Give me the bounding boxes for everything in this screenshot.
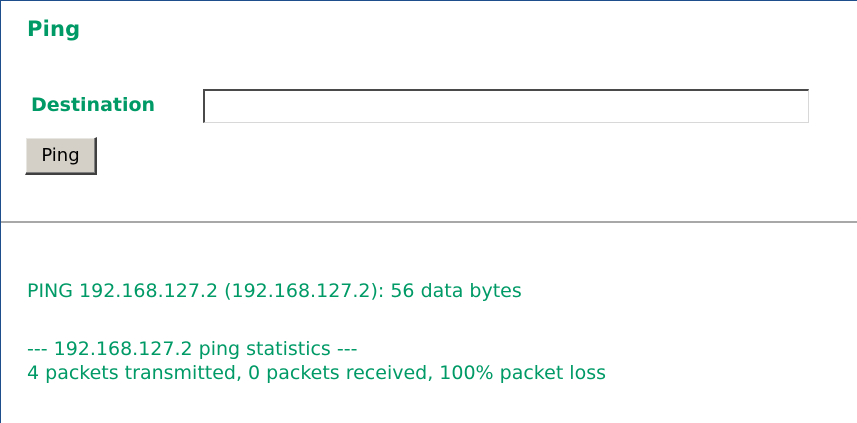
destination-label: Destination	[31, 94, 156, 116]
ping-output-header: PING 192.168.127.2 (192.168.127.2): 56 d…	[27, 280, 522, 302]
divider	[1, 221, 857, 223]
ping-button[interactable]: Ping	[25, 137, 97, 175]
ping-statistics-summary: 4 packets transmitted, 0 packets receive…	[27, 362, 607, 384]
content-frame: Ping Destination Ping PING 192.168.127.2…	[0, 0, 857, 423]
page-title: Ping	[27, 17, 81, 41]
ping-statistics-header: --- 192.168.127.2 ping statistics ---	[27, 338, 358, 360]
destination-input[interactable]	[203, 89, 809, 123]
